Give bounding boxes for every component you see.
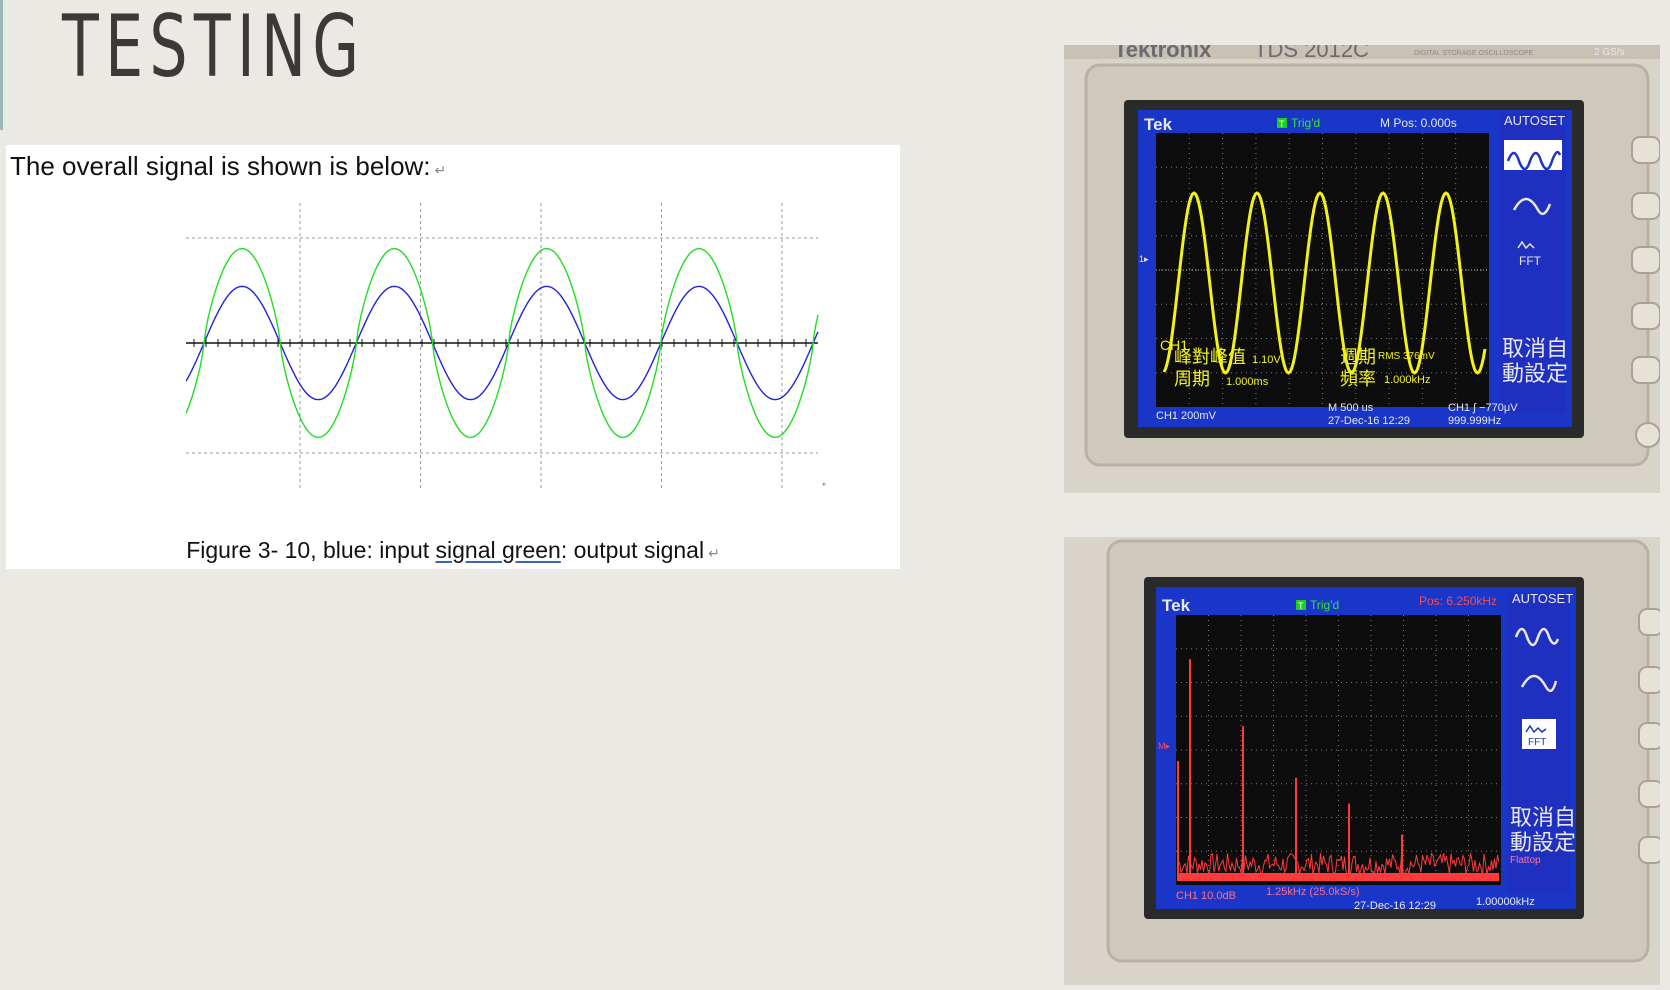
fft-span: 1.25kHz (25.0kS/s) bbox=[1266, 886, 1360, 898]
meas2-label: 周期 bbox=[1174, 369, 1210, 389]
tek-logo: Tek bbox=[1162, 596, 1191, 615]
autoset-menu-title: AUTOSET bbox=[1512, 591, 1573, 606]
side-button-1[interactable] bbox=[1631, 136, 1660, 164]
fft-label: FFT bbox=[1528, 737, 1546, 748]
side-button-2[interactable] bbox=[1631, 192, 1660, 220]
ch1-marker: 1▸ bbox=[1139, 254, 1149, 264]
tek-logo: Tek bbox=[1144, 115, 1173, 134]
side-button-2[interactable] bbox=[1638, 666, 1660, 694]
trigger-box: T bbox=[1298, 601, 1304, 611]
scope-datetime: 27-Dec-16 12:29 bbox=[1328, 415, 1410, 427]
trigger-box: T bbox=[1279, 119, 1285, 129]
intro-text: The overall signal is shown is below: ↵ bbox=[10, 151, 447, 181]
side-button-1[interactable] bbox=[1638, 608, 1660, 636]
oscilloscope-photo-time-domain: Tektronix TDS 2012C DIGITAL STORAGE OSCI… bbox=[1064, 45, 1660, 493]
cancel-autoset-line2: 動設定 bbox=[1502, 361, 1568, 386]
trig-status: Trig'd bbox=[1291, 116, 1320, 130]
trig-status: Trig'd bbox=[1310, 598, 1339, 612]
autoset-menu-title: AUTOSET bbox=[1504, 113, 1565, 128]
document-excerpt: The overall signal is shown is below: ↵ ↵… bbox=[6, 145, 900, 569]
meas1-label: 峰對峰值 bbox=[1174, 347, 1246, 367]
trigger-frequency: 999.999Hz bbox=[1448, 415, 1501, 427]
m-pos-label: M Pos: 0.000s bbox=[1380, 116, 1457, 130]
scope-rate-label: 2 GS/s bbox=[1594, 47, 1625, 58]
scope-brand-label: Tektronix bbox=[1114, 45, 1212, 62]
figure-caption: Figure 3- 10, blue: input signal green: … bbox=[186, 537, 720, 563]
side-button-3[interactable] bbox=[1631, 246, 1660, 274]
meas4-label: 頻率 bbox=[1340, 369, 1376, 389]
side-button-4[interactable] bbox=[1638, 780, 1660, 808]
side-button-3[interactable] bbox=[1638, 722, 1660, 750]
ch1-scale: CH1 200mV bbox=[1156, 410, 1217, 422]
oscilloscope-photo-fft: Tek T Trig'd Pos: 6.250kHz AUTOSET FFT 取… bbox=[1064, 537, 1660, 985]
meas3-value: RMS 376mV bbox=[1378, 351, 1435, 362]
waveform-chart: ↵ bbox=[186, 203, 826, 489]
trigger-level: CH1 ∫ −770μV bbox=[1448, 402, 1518, 414]
math-marker: M▸ bbox=[1158, 741, 1170, 751]
side-button-5[interactable] bbox=[1631, 356, 1660, 384]
fft-position: Pos: 6.250kHz bbox=[1419, 594, 1497, 608]
fft-label: FFT bbox=[1519, 254, 1542, 268]
scope-datetime: 27-Dec-16 12:29 bbox=[1354, 900, 1436, 912]
meas3-label: 週期 bbox=[1340, 347, 1376, 367]
scope-model-label: TDS 2012C bbox=[1254, 45, 1369, 62]
meas2-value: 1.000ms bbox=[1226, 376, 1269, 388]
slide-title: TESTING bbox=[62, 0, 366, 97]
time-scale: M 500 us bbox=[1328, 402, 1374, 414]
fft-scale: CH1 10.0dB bbox=[1176, 890, 1236, 902]
meas4-value: 1.000kHz bbox=[1384, 374, 1430, 386]
meas1-value: 1.10V bbox=[1252, 354, 1281, 366]
scope-subtitle-label: DIGITAL STORAGE OSCILLOSCOPE bbox=[1414, 50, 1534, 57]
side-button-5[interactable] bbox=[1638, 836, 1660, 864]
slide-accent-bar bbox=[0, 0, 3, 130]
fft-center-frequency: 1.00000kHz bbox=[1476, 896, 1535, 908]
corner-mark: ↵ bbox=[822, 479, 826, 489]
noise-floor-band bbox=[1178, 873, 1499, 881]
cancel-autoset-line1: 取消自 bbox=[1510, 805, 1576, 830]
window-type: Flattop bbox=[1510, 855, 1541, 866]
side-knob[interactable] bbox=[1635, 422, 1660, 448]
side-button-4[interactable] bbox=[1631, 302, 1660, 330]
cancel-autoset-line2: 動設定 bbox=[1510, 830, 1576, 855]
cancel-autoset-line1: 取消自 bbox=[1502, 336, 1568, 361]
